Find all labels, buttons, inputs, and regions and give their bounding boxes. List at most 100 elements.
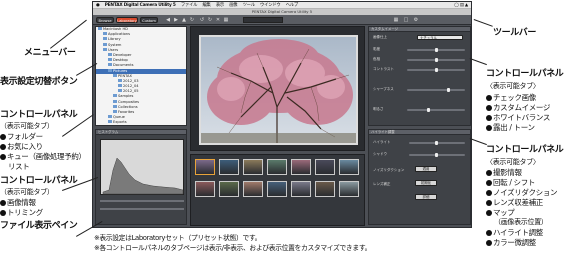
control-panel-right-top: カスタムイメージ 画像仕上 ナチュラル 彩度 色相 コントラスト シャープネス … <box>368 26 471 126</box>
app-window: ● PENTAX Digital Camera Utility 5 ファイル 編… <box>92 1 472 228</box>
thumbnail[interactable] <box>315 181 335 197</box>
histogram-curve <box>102 157 184 195</box>
shadow-slider[interactable] <box>409 153 465 157</box>
thumbnail[interactable] <box>195 181 215 197</box>
item-label: ハイライト調整 <box>493 228 543 237</box>
folder-icon <box>113 104 117 108</box>
menubar: ● PENTAX Digital Camera Utility 5 ファイル 編… <box>93 2 471 9</box>
callout-right-panel-2-item: 撮影情報 <box>486 169 522 177</box>
tone-slider[interactable] <box>100 208 184 210</box>
detail-button[interactable]: 詳細 <box>415 194 437 200</box>
bullet-icon <box>486 230 492 236</box>
callout-right-panel-2-item: レンズ収差補正 <box>486 199 543 207</box>
menu-tools[interactable]: ツール <box>243 3 256 8</box>
highlight-knob[interactable] <box>435 141 438 145</box>
contrast-slider[interactable] <box>407 68 465 72</box>
thumbnail[interactable] <box>291 159 311 175</box>
callout-right-panel-2-item: 回転 / シフト <box>486 179 535 187</box>
grid-view-icon[interactable]: ▦ <box>393 17 399 23</box>
brightness-slider[interactable] <box>407 108 465 112</box>
menu-image[interactable]: 画像 <box>229 3 237 8</box>
refresh-icon[interactable]: ↻ <box>189 17 195 23</box>
callout-right-panel-1-item: チェック画像 <box>486 94 536 102</box>
mode-laboratory-button[interactable]: Laboratory <box>116 17 138 23</box>
tree-row-label: Library <box>108 37 121 42</box>
up-icon[interactable]: ▲ <box>181 17 187 23</box>
thumbnail[interactable] <box>219 159 239 175</box>
item-label: 回転 / シフト <box>493 178 535 187</box>
bullet-icon <box>486 200 492 206</box>
thumbnail[interactable] <box>243 159 263 175</box>
histogram-graph <box>100 139 184 195</box>
thumbnail[interactable] <box>315 159 335 175</box>
delete-icon[interactable]: ✕ <box>215 17 221 23</box>
leader-toolbar <box>473 19 493 27</box>
menu-file[interactable]: ファイル <box>181 3 198 8</box>
reset-button[interactable]: 初期化 <box>415 180 437 186</box>
saturation-slider[interactable] <box>407 48 465 52</box>
back-icon[interactable]: ◀ <box>165 17 171 23</box>
forward-icon[interactable]: ▶ <box>173 17 179 23</box>
tree-row-label: Developer <box>113 52 132 57</box>
brightness-knob[interactable] <box>427 108 430 112</box>
tree-row-label: Pictures <box>113 68 128 73</box>
thumbnail[interactable] <box>267 159 287 175</box>
callout-right-panel-2-title: コントロールパネル <box>486 145 564 155</box>
thumbnail[interactable] <box>219 181 239 197</box>
bullet-icon <box>0 144 6 150</box>
sharpness-slider[interactable] <box>407 88 465 92</box>
menu-app-name[interactable]: PENTAX Digital Camera Utility 5 <box>105 3 176 8</box>
hue-slider[interactable] <box>407 58 465 62</box>
zoom-field[interactable] <box>243 17 283 23</box>
menu-edit[interactable]: 編集 <box>202 3 210 8</box>
custom-image-tab[interactable]: カスタムイメージ <box>369 27 470 32</box>
single-view-icon[interactable]: □ <box>403 17 409 23</box>
callout-left-panel-2-title: コントロールパネル <box>0 176 78 186</box>
mode-browse-button[interactable]: Browse <box>96 17 114 23</box>
apply-button[interactable]: 適用 <box>415 166 437 172</box>
folder-icon <box>103 37 107 41</box>
tree-row[interactable]: Exports <box>96 120 186 125</box>
apple-menu-icon[interactable]: ● <box>96 3 100 8</box>
sharpness-knob[interactable] <box>447 88 450 92</box>
tree-row-label: Users <box>108 47 119 52</box>
control-label-finish: 画像仕上 <box>373 35 387 39</box>
rotate-right-icon[interactable]: ↻ <box>207 17 213 23</box>
bullet-icon <box>486 105 492 111</box>
hue-knob[interactable] <box>435 58 438 62</box>
footnote-1: ※表示設定はLaboratoryセット（プリセット状態）です。 <box>94 234 262 242</box>
settings-icon[interactable]: ⚙ <box>413 17 419 23</box>
callout-left-panel-1-title: コントロールパネル <box>0 110 78 120</box>
shadow-knob[interactable] <box>435 153 438 157</box>
contrast-knob[interactable] <box>435 68 438 72</box>
histogram-tab[interactable]: ヒストグラム <box>96 130 186 135</box>
menu-window[interactable]: ウインドウ <box>260 3 281 8</box>
mode-custom-button[interactable]: Custom <box>140 17 158 23</box>
thumbnail[interactable] <box>195 159 215 175</box>
thumbnail[interactable] <box>339 159 359 175</box>
control-label-contrast: コントラスト <box>373 67 394 71</box>
saturation-knob[interactable] <box>435 48 438 52</box>
menu-view[interactable]: 表示 <box>216 3 224 8</box>
callout-right-panel-2-item: カラー微調整 <box>486 239 536 247</box>
compare-icon[interactable]: ▦ <box>223 17 229 23</box>
thumbnail[interactable] <box>291 181 311 197</box>
highlight-slider[interactable] <box>409 141 465 145</box>
thumbnail[interactable] <box>339 181 359 197</box>
rotate-left-icon[interactable]: ↺ <box>199 17 205 23</box>
highlight-tab[interactable]: ハイライト調整 <box>369 130 470 135</box>
thumbnail[interactable] <box>267 181 287 197</box>
histogram-slider[interactable] <box>100 200 184 202</box>
plum-tree-photo <box>201 37 356 143</box>
menu-help[interactable]: ヘルプ <box>286 3 299 8</box>
tree-row-label: Exports <box>113 120 127 125</box>
tree-row-label: Macintosh HD <box>103 27 128 31</box>
folder-icon <box>108 120 112 124</box>
tree-row-label: Desktop <box>113 58 128 63</box>
thumbnail[interactable] <box>243 181 263 197</box>
finish-dropdown[interactable]: ナチュラル <box>417 35 463 40</box>
tree-row-label: 2012_04 <box>123 84 139 89</box>
preview-photo[interactable] <box>199 35 358 145</box>
tree-row-label: Samples <box>118 94 134 99</box>
callout-right-panel-1-item: ホワイトバランス <box>486 114 550 122</box>
